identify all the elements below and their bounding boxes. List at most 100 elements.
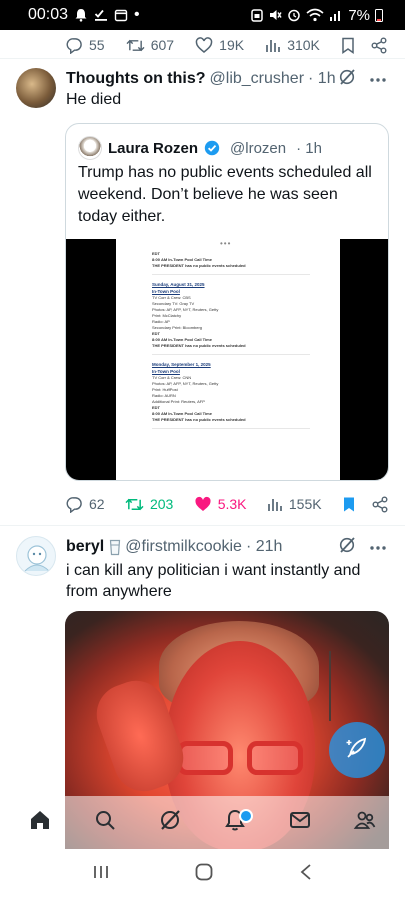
bottom-tab-bar bbox=[0, 796, 405, 849]
milk-glass-icon bbox=[109, 539, 121, 556]
grok-icon[interactable] bbox=[338, 536, 356, 559]
reply-count: 55 bbox=[89, 37, 105, 53]
document-line: THE PRESIDENT has no public events sched… bbox=[152, 417, 246, 422]
document-line: THE PRESIDENT has no public events sched… bbox=[152, 263, 246, 268]
tab-communities[interactable] bbox=[343, 801, 387, 845]
display-name[interactable]: Thoughts on this? bbox=[66, 70, 206, 88]
search-icon bbox=[93, 808, 117, 837]
recent-apps-icon[interactable] bbox=[92, 863, 110, 886]
compose-feather-icon bbox=[344, 735, 370, 766]
bookmark-icon[interactable] bbox=[341, 37, 355, 54]
document-line: Sunday, August 31, 2025 bbox=[152, 282, 205, 287]
battery-icon bbox=[375, 8, 383, 22]
previous-tweet-actions: 55 607 19K 310K bbox=[0, 30, 405, 60]
reply-count: 62 bbox=[89, 496, 105, 512]
avatar[interactable] bbox=[16, 68, 56, 108]
home-nav-icon[interactable] bbox=[194, 862, 214, 887]
like-button[interactable]: 19K bbox=[195, 36, 245, 54]
photo-glasses bbox=[177, 741, 307, 775]
mail-icon bbox=[288, 808, 312, 837]
quoted-handle: @lrozen bbox=[230, 139, 287, 157]
more-icon[interactable] bbox=[370, 538, 386, 556]
communities-icon bbox=[353, 808, 377, 837]
document-line: In-Town Pool bbox=[152, 289, 180, 294]
quoted-tweet-header: Laura Rozen @lrozen · 1h bbox=[78, 136, 322, 160]
quoted-tweet-text: Trump has no public events scheduled all… bbox=[78, 164, 372, 225]
reply-button[interactable]: 55 bbox=[66, 37, 105, 54]
tweet-header: Thoughts on this? @lib_crusher · 1h bbox=[66, 68, 396, 90]
reply-button[interactable]: 62 bbox=[66, 496, 105, 513]
signal-icon bbox=[329, 9, 343, 21]
battery-percent: 7% bbox=[348, 6, 370, 24]
notification-bell-icon bbox=[74, 8, 88, 22]
grok-icon bbox=[158, 808, 182, 837]
views-count: 310K bbox=[287, 37, 320, 53]
grok-icon[interactable] bbox=[338, 68, 356, 91]
tab-search[interactable] bbox=[83, 801, 127, 845]
views-icon bbox=[265, 37, 281, 53]
document-menu-icon: ••• bbox=[220, 239, 232, 248]
tab-home[interactable] bbox=[18, 801, 62, 845]
tweet-time: · 21h bbox=[245, 538, 283, 555]
background-lamp bbox=[329, 651, 369, 721]
quoted-display-name: Laura Rozen bbox=[108, 139, 199, 157]
calendar-icon bbox=[114, 8, 128, 22]
tab-grok[interactable] bbox=[148, 801, 192, 845]
more-icon[interactable] bbox=[370, 70, 386, 88]
wifi-icon bbox=[306, 8, 324, 22]
user-handle[interactable]: @lib_crusher bbox=[210, 70, 305, 88]
tweet-actions: 62 203 5.3K 155K bbox=[66, 493, 388, 515]
user-handle[interactable]: @firstmilkcookie bbox=[125, 538, 242, 556]
document-section: EDT 8:00 AM In-Town Pool Call Time THE PRE… bbox=[152, 251, 310, 275]
verified-badge-icon bbox=[204, 140, 220, 156]
alarm-icon bbox=[287, 8, 301, 22]
views-count: 155K bbox=[288, 496, 322, 512]
views-button[interactable]: 310K bbox=[265, 37, 320, 53]
retweet-icon bbox=[126, 37, 145, 54]
compose-post-button[interactable] bbox=[329, 722, 385, 778]
like-count: 5.3K bbox=[217, 496, 247, 512]
document-section: Monday, September 1, 2025 In-Town Pool TV … bbox=[152, 361, 310, 429]
avatar[interactable] bbox=[16, 536, 56, 576]
schedule-document: ••• EDT 8:00 AM In-Town Pool Call Time THE… bbox=[116, 239, 340, 480]
reply-icon bbox=[66, 496, 83, 513]
checklist-icon bbox=[94, 8, 108, 22]
mute-icon bbox=[268, 8, 282, 22]
retweet-count: 203 bbox=[149, 496, 174, 512]
quoted-tweet-image[interactable]: ••• EDT 8:00 AM In-Town Pool Call Time THE… bbox=[66, 239, 388, 480]
avatar bbox=[78, 136, 102, 160]
notification-badge bbox=[238, 808, 253, 823]
tweet-time: · 1h bbox=[308, 70, 336, 87]
share-icon[interactable] bbox=[371, 37, 387, 54]
retweet-count: 607 bbox=[150, 37, 175, 53]
views-icon bbox=[267, 496, 283, 512]
retweet-button[interactable]: 203 bbox=[125, 496, 173, 513]
tab-messages[interactable] bbox=[278, 801, 322, 845]
heart-icon bbox=[195, 36, 213, 54]
quoted-tweet[interactable]: Laura Rozen @lrozen · 1h Trump has no pu… bbox=[65, 123, 389, 481]
like-count: 19K bbox=[219, 37, 245, 53]
divider bbox=[0, 525, 405, 526]
share-icon[interactable] bbox=[372, 496, 388, 513]
tweet-text: He died bbox=[66, 91, 122, 108]
document-line: Monday, September 1, 2025 bbox=[152, 362, 211, 367]
quoted-time: · 1h bbox=[296, 139, 322, 157]
document-line: In-Town Pool bbox=[152, 369, 180, 374]
like-button[interactable]: 5.3K bbox=[194, 496, 247, 513]
tab-notifications[interactable] bbox=[213, 801, 257, 845]
status-dot: • bbox=[134, 6, 140, 23]
display-name[interactable]: beryl bbox=[66, 538, 104, 556]
retweet-button[interactable]: 607 bbox=[126, 37, 174, 54]
bookmark-icon[interactable] bbox=[342, 496, 356, 513]
reply-icon bbox=[66, 37, 83, 54]
retweet-icon bbox=[125, 496, 144, 513]
system-nav-bar bbox=[0, 849, 405, 900]
document-section: Sunday, August 31, 2025 In-Town Pool TV Co… bbox=[152, 281, 310, 355]
tweet-header: beryl @firstmilkcookie · 21h bbox=[66, 536, 396, 558]
document-line: THE PRESIDENT has no public events sched… bbox=[152, 343, 246, 348]
home-icon bbox=[28, 808, 52, 837]
back-icon[interactable] bbox=[299, 863, 313, 886]
tweet-text: i can kill any politician i want instant… bbox=[66, 562, 361, 600]
views-button[interactable]: 155K bbox=[267, 496, 322, 512]
battery-saver-icon bbox=[251, 8, 264, 22]
